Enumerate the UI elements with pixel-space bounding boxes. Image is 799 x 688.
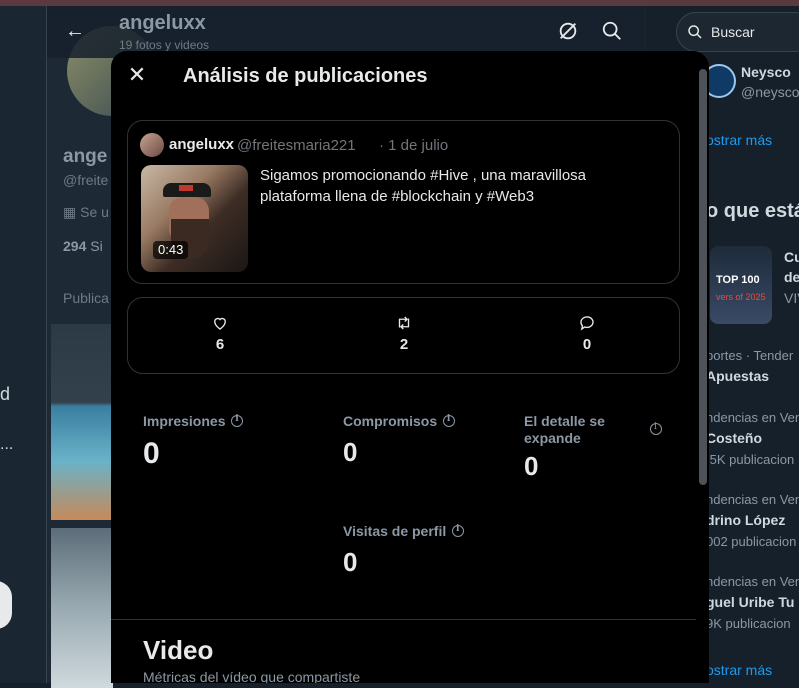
close-icon[interactable]: ✕ <box>125 63 149 87</box>
following-count: 294 <box>63 238 87 254</box>
post-button[interactable] <box>0 581 12 629</box>
media-thumbnail[interactable] <box>51 324 113 520</box>
profile-name: ange <box>63 146 108 167</box>
show-more-link[interactable]: ostrar más <box>706 662 772 678</box>
suggested-user-name[interactable]: Neysco <box>741 64 791 80</box>
event-thumbnail[interactable]: TOP 100 vers of 2025 <box>710 246 772 324</box>
metric-value: 0 <box>143 437 160 470</box>
modal-scrollbar[interactable] <box>696 65 708 683</box>
metric-profile-visits: Visitas de perfil 0 <box>343 523 465 578</box>
metric-engagements: Compromisos 0 <box>343 413 456 468</box>
calendar-icon: ▦ <box>63 204 81 220</box>
engagement-card: 6 2 0 <box>127 297 680 374</box>
trend-name[interactable]: drino López <box>706 512 785 528</box>
replies-stat: 0 <box>567 314 607 353</box>
likes-count: 6 <box>215 336 225 353</box>
media-grid <box>51 324 113 688</box>
left-nav: d ... <box>0 6 46 683</box>
info-icon[interactable] <box>452 524 465 537</box>
modal-title: Análisis de publicaciones <box>183 65 428 87</box>
trend-count: 002 publicacion <box>706 534 797 549</box>
repost-icon <box>398 316 410 330</box>
scrollbar-thumb[interactable] <box>699 69 707 485</box>
video-duration-badge: 0:43 <box>153 241 189 259</box>
video-thumbnail[interactable]: 0:43 <box>141 165 248 272</box>
search-icon <box>688 25 702 39</box>
event-thumbnail-text: TOP 100 <box>716 274 760 286</box>
heart-icon <box>214 317 226 330</box>
event-status: VIV <box>784 290 799 306</box>
profile-header-title: angeluxx <box>119 12 206 34</box>
search-input[interactable]: Buscar <box>711 24 755 40</box>
search-icon[interactable] <box>601 20 623 42</box>
metric-label: Visitas de perfil <box>343 523 447 539</box>
media-thumbnail[interactable] <box>51 528 113 688</box>
metric-label: Impresiones <box>143 413 226 429</box>
following-label: Si <box>90 238 103 254</box>
trend-category: ndencias en Ven <box>706 410 799 425</box>
info-icon[interactable] <box>231 414 244 427</box>
trend-name[interactable]: Apuestas <box>706 368 769 384</box>
trend-category: ndencias en Ven <box>706 574 799 589</box>
post-analytics-modal: ✕ Análisis de publicaciones angeluxx @fr… <box>111 51 709 683</box>
metric-label: Compromisos <box>343 413 438 429</box>
metric-label: El detalle se expande <box>524 413 605 446</box>
grok-icon[interactable] <box>557 20 579 42</box>
nav-label-fragment: d <box>0 384 11 404</box>
tab-posts[interactable]: Publica <box>63 290 109 306</box>
event-title-line2: de <box>784 269 799 285</box>
more-dots[interactable]: ... <box>0 436 13 454</box>
trend-count: .5K publicacion <box>706 452 795 467</box>
post-date: · 1 de julio <box>379 137 449 154</box>
reposts-count: 2 <box>399 336 409 353</box>
profile-handle: @freite <box>63 172 109 188</box>
trends-heading: o que está <box>706 200 799 222</box>
thumbnail-cap-logo <box>179 185 193 191</box>
profile-header-subtitle: 19 fotos y videos <box>119 38 210 52</box>
metric-value: 0 <box>343 437 358 467</box>
info-icon[interactable] <box>443 414 456 427</box>
post-author-name: angeluxx <box>169 136 235 153</box>
avatar <box>140 133 164 157</box>
suggested-user-handle: @neysco <box>741 84 799 100</box>
trend-category: ndencias en Ven <box>706 492 799 507</box>
video-section-subtitle: Métricas del vídeo que compartiste <box>143 669 361 683</box>
profile-joined-text: Se u <box>80 204 109 220</box>
post-text: Sigamos promocionando #Hive , una maravi… <box>260 167 587 205</box>
show-more-link[interactable]: ostrar más <box>706 132 772 148</box>
search-box[interactable]: Buscar <box>676 12 799 52</box>
trend-name[interactable]: guel Uribe Tu <box>706 594 794 610</box>
back-arrow-icon[interactable]: ← <box>65 20 85 43</box>
metric-detail-expands: El detalle se expande 0 <box>524 413 664 482</box>
event-title[interactable]: Cu <box>784 249 799 265</box>
metric-impressions: Impresiones 0 <box>143 413 244 471</box>
post-author-handle: @freitesmaria221 <box>237 137 356 154</box>
profile-joined: ▦ Se u <box>63 204 109 221</box>
likes-stat: 6 <box>200 314 240 353</box>
video-section-title: Video <box>143 635 214 665</box>
trend-category: portes · Tender <box>706 348 794 363</box>
metric-value: 0 <box>343 547 358 577</box>
event-thumbnail-subtext: vers of 2025 <box>716 292 766 302</box>
reposts-stat: 2 <box>384 314 424 353</box>
trend-count: 9K publicacion <box>706 616 791 631</box>
metric-value: 0 <box>524 451 539 481</box>
following-link[interactable]: 294 Si <box>63 238 103 254</box>
post-preview-card[interactable]: angeluxx @freitesmaria221 · 1 de julio 0… <box>127 120 680 284</box>
section-divider <box>111 619 696 620</box>
info-icon[interactable] <box>650 422 662 435</box>
reply-icon <box>580 316 594 331</box>
replies-count: 0 <box>582 336 592 353</box>
trend-name[interactable]: Costeño <box>706 430 762 446</box>
